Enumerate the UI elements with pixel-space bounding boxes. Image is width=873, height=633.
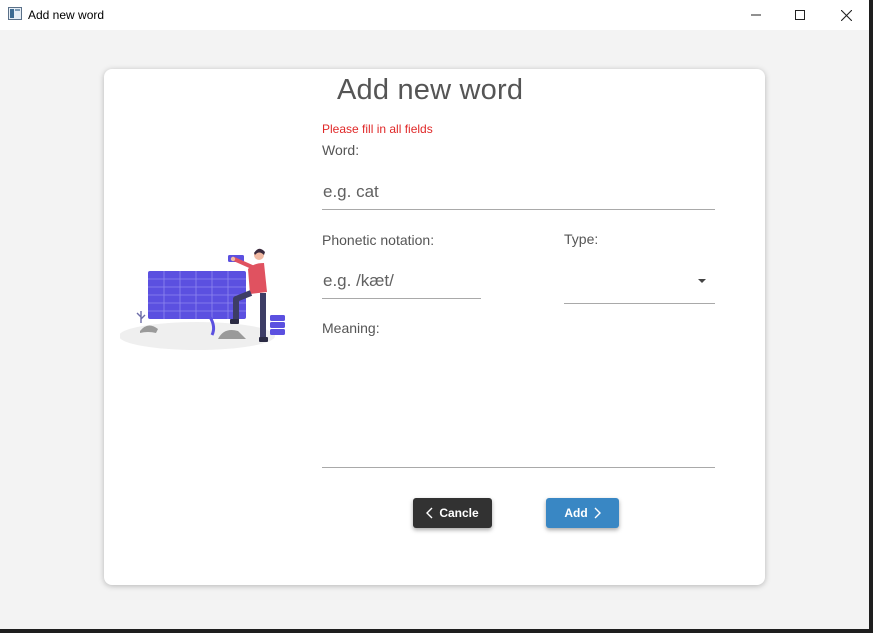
- maximize-button[interactable]: [777, 0, 823, 30]
- maximize-icon: [795, 10, 805, 20]
- word-input[interactable]: [322, 175, 715, 210]
- cancel-button[interactable]: Cancle: [413, 498, 492, 528]
- dialog-title: Add new word: [337, 74, 524, 106]
- window-title: Add new word: [28, 8, 105, 22]
- minimize-icon: [751, 14, 761, 16]
- word-label: Word:: [322, 142, 360, 158]
- phonetic-label: Phonetic notation:: [322, 232, 435, 248]
- app-icon: [8, 7, 22, 20]
- close-icon: [840, 9, 852, 21]
- add-button-label: Add: [564, 506, 588, 520]
- title-bar: Add new word: [0, 0, 869, 30]
- type-select[interactable]: [564, 261, 715, 304]
- add-button[interactable]: Add: [546, 498, 619, 528]
- chevron-left-icon: [426, 507, 433, 519]
- add-word-card: Add new word Please fill in all fields W…: [104, 69, 765, 585]
- minimize-button[interactable]: [733, 0, 779, 30]
- close-button[interactable]: [823, 0, 869, 30]
- meaning-label: Meaning:: [322, 320, 380, 336]
- app-window: Add new word Add new word Please fill in…: [0, 0, 869, 629]
- person-building-wall-illustration: [120, 248, 285, 350]
- phonetic-input[interactable]: [322, 264, 481, 299]
- chevron-right-icon: [594, 507, 601, 519]
- dropdown-arrow-icon: [698, 279, 706, 283]
- meaning-textarea[interactable]: [322, 341, 715, 468]
- type-label: Type:: [564, 231, 599, 247]
- cancel-button-label: Cancle: [439, 506, 479, 520]
- error-message: Please fill in all fields: [322, 122, 433, 136]
